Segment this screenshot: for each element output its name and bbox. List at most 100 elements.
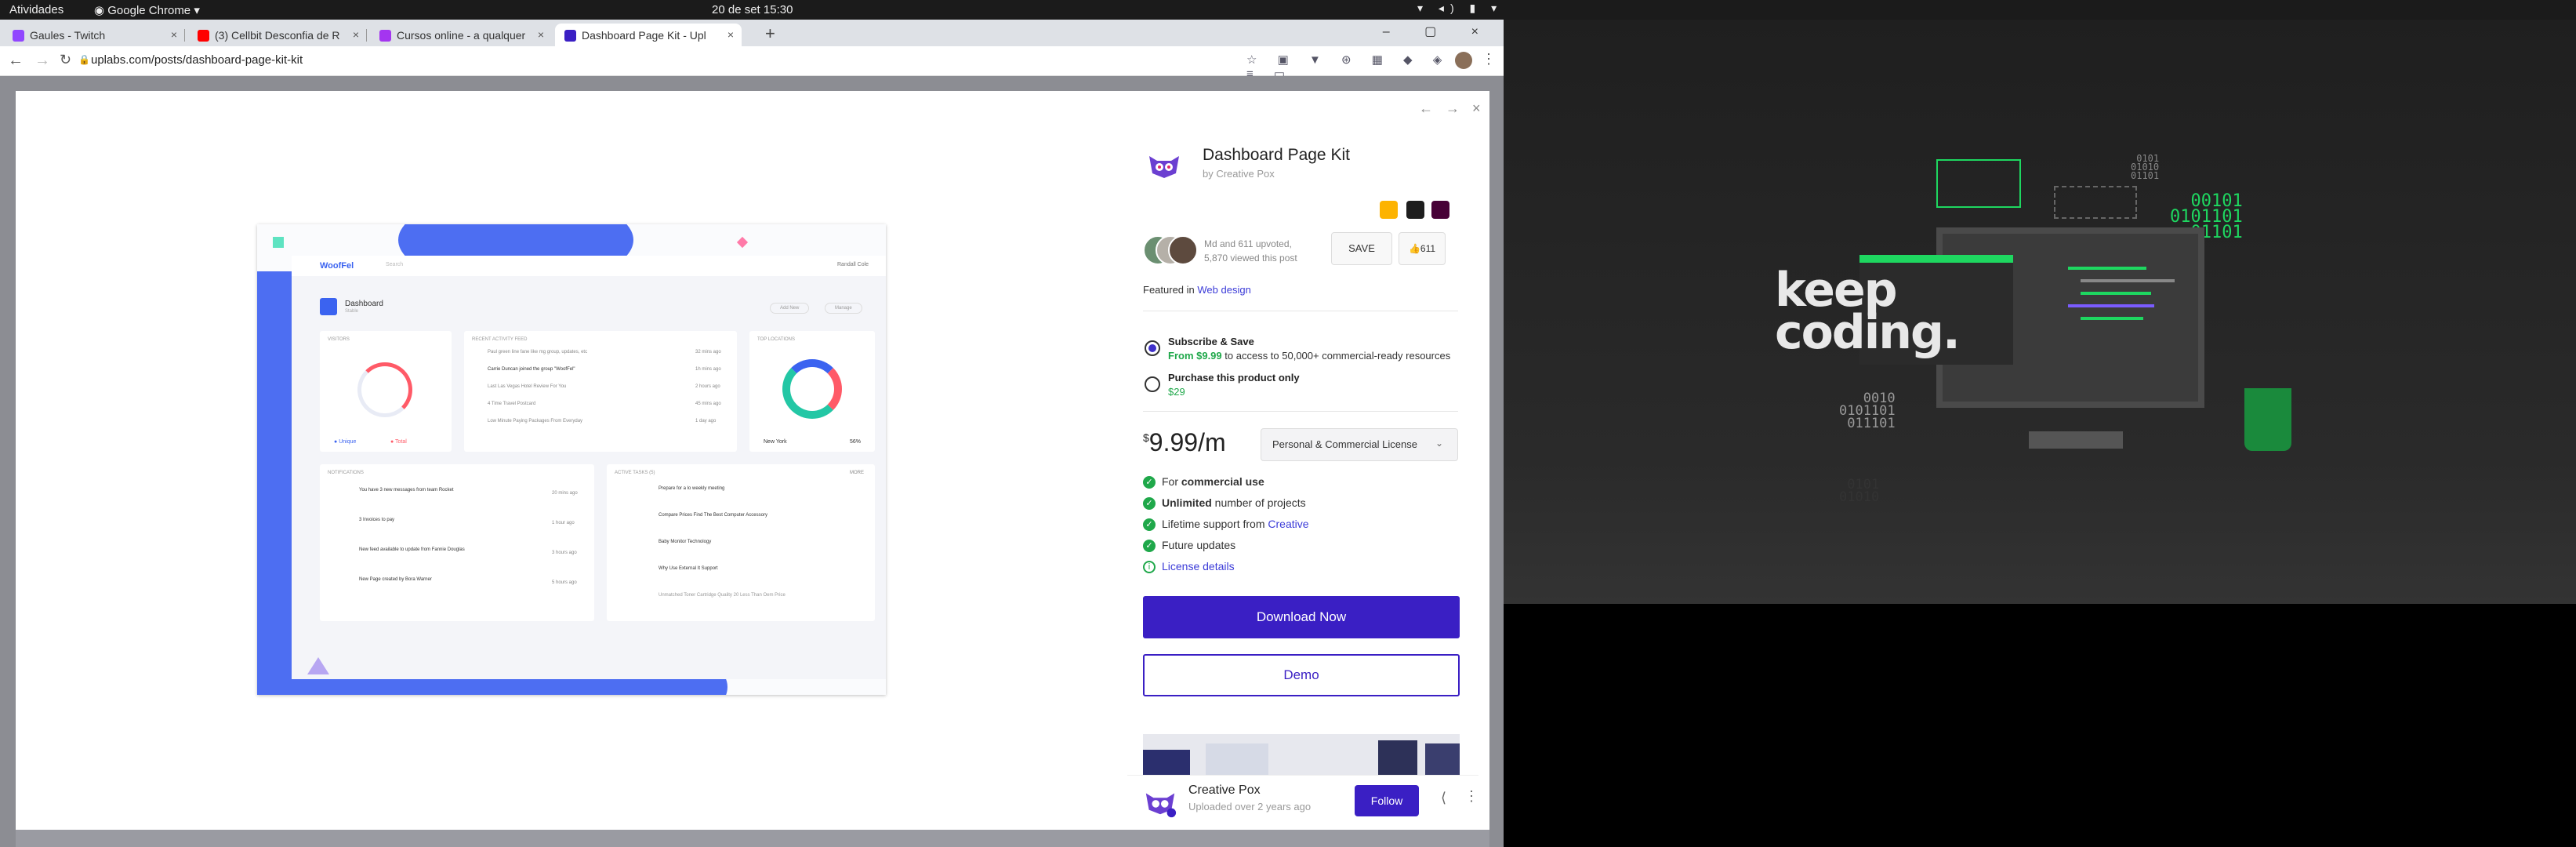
upvote-line: Md and 611 upvoted, bbox=[1204, 238, 1292, 249]
feed-time: 45 mins ago bbox=[695, 402, 721, 406]
post-title: Dashboard Page Kit bbox=[1203, 146, 1350, 164]
chrome-window: Gaules - Twitch × (3) Cellbit Desconfia … bbox=[0, 20, 1504, 847]
price: $9.99/m bbox=[1143, 428, 1226, 457]
check-icon: ✓ bbox=[1143, 540, 1156, 553]
notification-time: 1 hour ago bbox=[552, 521, 575, 525]
app-menu[interactable]: ◉ Google Chrome ▾ bbox=[94, 3, 200, 17]
mock-card-notifications: NOTIFICATIONS You have 3 new messages fr… bbox=[320, 464, 594, 621]
demo-button[interactable]: Demo bbox=[1143, 654, 1460, 696]
mock-page-title: Dashboard bbox=[345, 300, 383, 308]
related-thumbnails[interactable] bbox=[1143, 734, 1460, 781]
author-avatar-icon[interactable] bbox=[1143, 785, 1177, 820]
follow-button[interactable]: Follow bbox=[1355, 785, 1419, 816]
address-bar[interactable]: uplabs.com/posts/dashboard-page-kit-kit bbox=[91, 53, 303, 67]
license-select[interactable]: Personal & Commercial License ⌄ bbox=[1261, 428, 1458, 461]
tab-udemy[interactable]: Cursos online - a qualquer × bbox=[370, 24, 552, 46]
desktop-wallpaper: 0101 01010 01101 00101 0101101 01101 kee… bbox=[1504, 20, 2576, 847]
tab-twitch[interactable]: Gaules - Twitch × bbox=[3, 24, 185, 46]
card-label: VISITORS bbox=[328, 337, 350, 342]
share-icon[interactable]: ⟨ bbox=[1441, 790, 1446, 806]
task-item: Unmatched Toner Cartridge Quality 20 Les… bbox=[659, 593, 785, 598]
tab-label: Gaules - Twitch bbox=[30, 29, 106, 42]
forward-icon[interactable]: → bbox=[34, 52, 50, 70]
check-icon: ✓ bbox=[1143, 476, 1156, 489]
mock-brand: WoofFel bbox=[320, 261, 354, 271]
legend-label: Unique bbox=[339, 439, 357, 445]
purchase-radio[interactable] bbox=[1145, 376, 1160, 392]
mock-card-activity: RECENT ACTIVITY FEED Paul green line fan… bbox=[464, 331, 737, 452]
clock[interactable]: 20 de set 15:30 bbox=[712, 3, 793, 16]
author-name[interactable]: Creative Pox bbox=[1188, 783, 1261, 798]
post-author[interactable]: by Creative Pox bbox=[1203, 168, 1275, 180]
profile-avatar[interactable] bbox=[1455, 52, 1472, 69]
app-name: Google Chrome bbox=[107, 4, 191, 17]
notification-item: New Page created by Bora Warner bbox=[359, 577, 432, 582]
feed-item: Last Las Vegas Hotel Review For You bbox=[488, 384, 567, 389]
system-tray[interactable]: ▾ ◂) ▮ ▾ bbox=[1417, 2, 1503, 15]
reload-icon[interactable]: ↻ bbox=[60, 52, 71, 68]
page-overlay: WoofFel Search Randall Cole Dashboard St… bbox=[0, 76, 1504, 847]
feature-link[interactable]: Creative bbox=[1268, 518, 1308, 530]
wallpaper-binary: 0010 0101101 011101 bbox=[1839, 391, 1896, 431]
code-line bbox=[2081, 292, 2151, 295]
download-button[interactable]: Download Now bbox=[1143, 596, 1460, 638]
feed-item: Carrie Duncan joined the group "WoofFel" bbox=[488, 367, 575, 372]
activities-button[interactable]: Atividades bbox=[9, 3, 63, 16]
legend-label: Total bbox=[395, 439, 407, 445]
menu-icon[interactable]: ⋮ bbox=[1482, 51, 1496, 67]
feature-item: ✓ Future updates bbox=[1143, 539, 1235, 553]
task-item: Baby Monitor Technology bbox=[659, 540, 712, 544]
subscribe-radio[interactable] bbox=[1145, 340, 1160, 356]
upvoter-avatars[interactable] bbox=[1143, 235, 1199, 265]
new-tab-button[interactable]: + bbox=[765, 24, 775, 44]
upvote-stats: Md and 611 upvoted, 5,870 viewed this po… bbox=[1204, 237, 1297, 265]
close-icon[interactable]: × bbox=[727, 28, 734, 41]
adobe-xd-icon bbox=[1431, 201, 1449, 219]
location-pct: 56% bbox=[850, 439, 862, 445]
uplabs-icon bbox=[564, 30, 576, 42]
window-controls[interactable]: ‒ ▢ × bbox=[1383, 24, 1494, 39]
subscribe-title: Subscribe & Save bbox=[1168, 336, 1254, 347]
chrome-icon: ◉ bbox=[94, 4, 108, 17]
mock-manage-button: Manage bbox=[825, 303, 862, 314]
prev-arrow-icon[interactable]: ← bbox=[1419, 100, 1433, 117]
more-options-icon[interactable]: ⋮ bbox=[1464, 788, 1478, 805]
wallpaper-slogan: keep coding. bbox=[1775, 267, 1961, 356]
like-button[interactable]: 👍611 bbox=[1399, 232, 1446, 265]
mock-add-button: Add New bbox=[770, 303, 810, 314]
next-arrow-icon[interactable]: → bbox=[1446, 100, 1460, 117]
license-details[interactable]: i License details bbox=[1143, 560, 1235, 574]
back-icon[interactable]: ← bbox=[8, 52, 24, 70]
donut-chart bbox=[782, 359, 842, 419]
license-label: Personal & Commercial License bbox=[1272, 438, 1417, 450]
task-item: Why Use External It Support bbox=[659, 566, 718, 571]
mock-header: WoofFel Search Randall Cole bbox=[292, 256, 886, 276]
feature-item: ✓ Lifetime support from Creative bbox=[1143, 518, 1309, 532]
mock-card-locations: TOP LOCATIONS New York 56% bbox=[749, 331, 875, 452]
legend-total: ● Total bbox=[390, 439, 407, 445]
save-button[interactable]: SAVE bbox=[1331, 232, 1392, 265]
tab-uplabs[interactable]: Dashboard Page Kit - Upl × bbox=[555, 24, 742, 46]
twitch-icon bbox=[13, 30, 24, 42]
license-details-link[interactable]: License details bbox=[1162, 560, 1235, 573]
dashboard-mockup-image[interactable]: WoofFel Search Randall Cole Dashboard St… bbox=[257, 224, 886, 695]
thumbs-up-icon: 👍 bbox=[1408, 243, 1420, 254]
featured-label: Featured in bbox=[1143, 284, 1195, 296]
sketch-icon bbox=[1380, 201, 1398, 219]
post-side-panel: ← → × Dashboard Page Kit by Creative Pox bbox=[1127, 91, 1489, 830]
close-icon[interactable]: × bbox=[538, 28, 544, 41]
screen: Atividades ◉ Google Chrome ▾ 20 de set 1… bbox=[0, 0, 2576, 847]
featured-link[interactable]: Web design bbox=[1197, 284, 1250, 296]
notification-time: 3 hours ago bbox=[552, 551, 577, 555]
tab-separator bbox=[366, 29, 367, 42]
code-line bbox=[2081, 317, 2143, 320]
location-label: New York bbox=[764, 439, 787, 445]
feature-bold: commercial use bbox=[1181, 475, 1264, 488]
subscribe-rest: to access to 50,000+ commercial-ready re… bbox=[1225, 350, 1451, 362]
tab-separator bbox=[184, 29, 185, 42]
close-icon[interactable]: × bbox=[1472, 100, 1481, 117]
close-icon[interactable]: × bbox=[171, 28, 177, 41]
close-icon[interactable]: × bbox=[353, 28, 359, 41]
preview-area: WoofFel Search Randall Cole Dashboard St… bbox=[16, 91, 1127, 830]
tab-youtube[interactable]: (3) Cellbit Desconfia de R × bbox=[188, 24, 367, 46]
